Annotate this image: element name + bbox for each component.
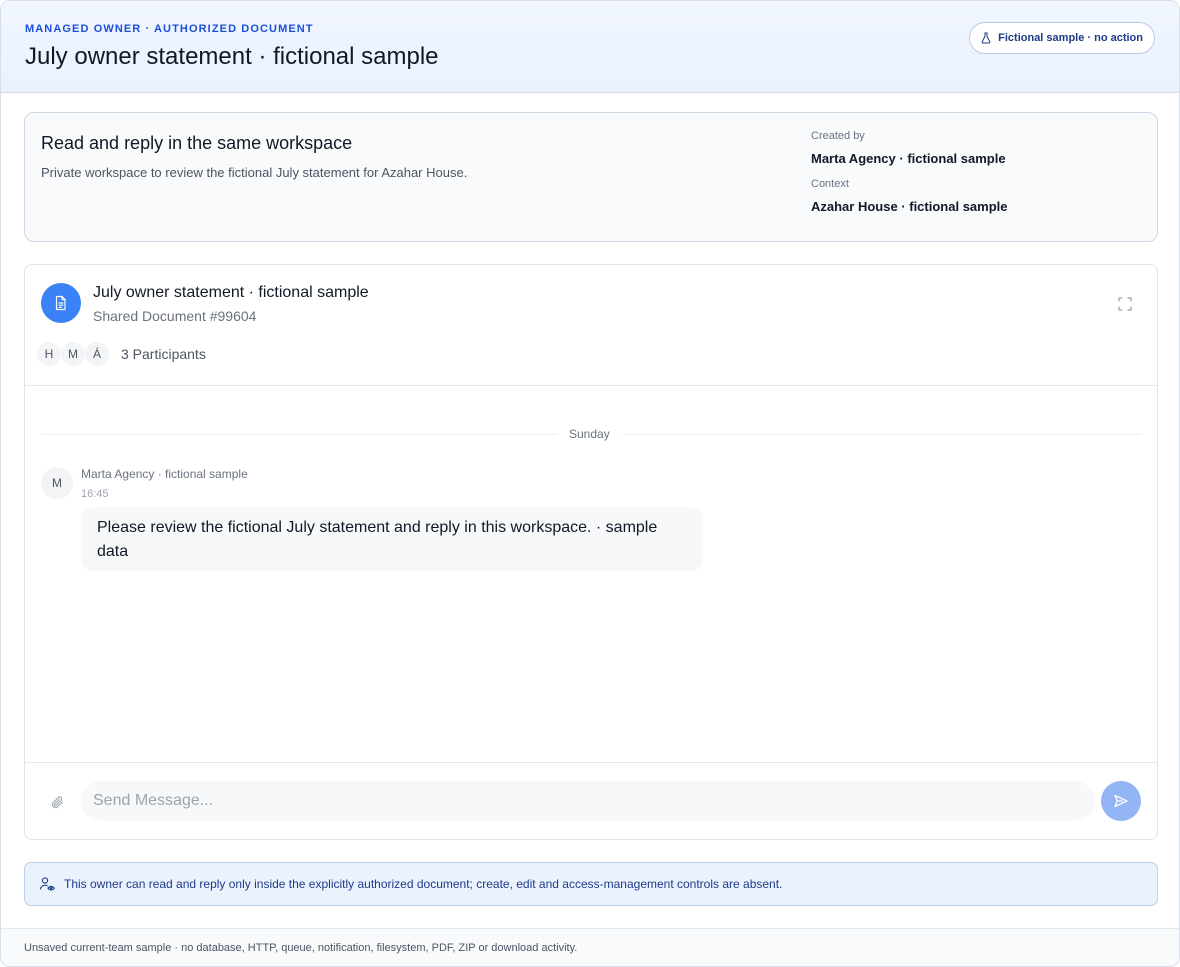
message-input[interactable]	[81, 781, 1095, 821]
summary-title: Read and reply in the same workspace	[41, 133, 353, 153]
workspace-summary-card: Read and reply in the same workspace Pri…	[24, 112, 1158, 242]
chat-document-title: July owner statement · fictional sample	[93, 284, 369, 301]
document-avatar	[41, 283, 81, 323]
fictional-sample-badge: Fictional sample · no action	[969, 22, 1155, 54]
send-button[interactable]	[1101, 781, 1141, 821]
notice-text: This owner can read and reply only insid…	[64, 877, 783, 891]
created-by-label: Created by	[811, 130, 865, 142]
page-header: MANAGED OWNER · AUTHORIZED DOCUMENT July…	[1, 1, 1179, 93]
flask-icon	[981, 32, 991, 44]
participants-row[interactable]: H M Á 3 Participants	[37, 340, 206, 368]
document-icon	[55, 295, 66, 311]
badge-label: Fictional sample · no action	[998, 32, 1143, 44]
app-window: MANAGED OWNER · AUTHORIZED DOCUMENT July…	[0, 0, 1180, 967]
participant-avatar: H	[37, 342, 61, 366]
permission-notice: This owner can read and reply only insid…	[24, 862, 1158, 906]
created-by-value: Marta Agency · fictional sample	[811, 151, 1006, 166]
participant-avatar: M	[61, 342, 85, 366]
message-author: Marta Agency · fictional sample	[81, 467, 248, 481]
page-title: July owner statement · fictional sample	[25, 43, 439, 70]
chat-document-subtitle: Shared Document #99604	[93, 308, 257, 324]
message-bubble: Please review the fictional July stateme…	[81, 507, 703, 571]
message-author-avatar: M	[41, 467, 73, 499]
document-chat-panel: July owner statement · fictional sample …	[24, 264, 1158, 840]
paperclip-icon[interactable]	[50, 795, 65, 810]
day-separator-label: Sunday	[557, 427, 622, 441]
participant-avatar: Á	[85, 342, 109, 366]
send-icon	[1114, 794, 1128, 808]
participants-count: 3 Participants	[121, 346, 206, 362]
footer-note: Unsaved current-team sample · no databas…	[1, 928, 1179, 966]
chat-header-divider	[25, 385, 1157, 386]
context-value: Azahar House · fictional sample	[811, 199, 1008, 214]
composer-divider	[25, 762, 1157, 763]
message-time: 16:45	[81, 488, 109, 500]
summary-description: Private workspace to review the fictiona…	[41, 165, 468, 180]
context-label: Context	[811, 178, 849, 190]
expand-icon[interactable]	[1118, 297, 1132, 311]
page-eyebrow: MANAGED OWNER · AUTHORIZED DOCUMENT	[25, 23, 314, 35]
user-eye-icon	[39, 877, 55, 891]
